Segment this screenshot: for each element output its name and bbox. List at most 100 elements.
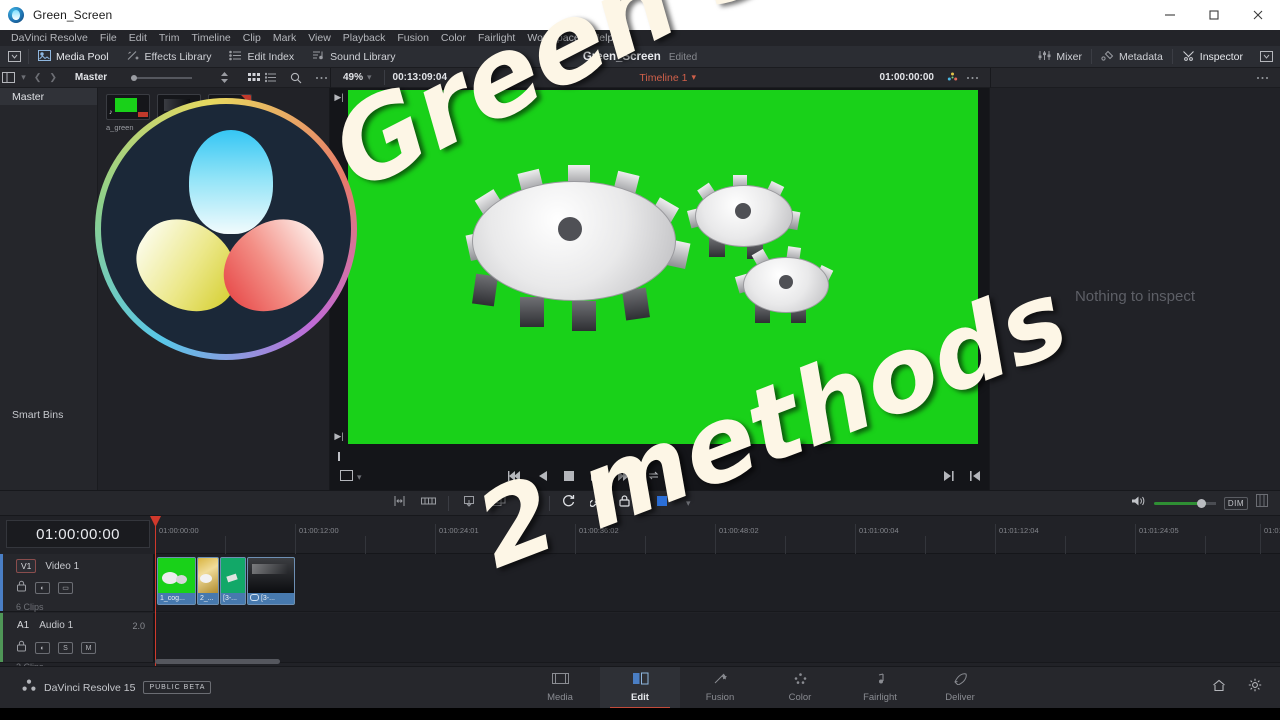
snapping-icon[interactable]	[392, 494, 407, 512]
menu-item-clip[interactable]: Clip	[237, 30, 267, 46]
speaker-icon[interactable]	[1131, 494, 1146, 512]
bin-item-master[interactable]: Master	[0, 88, 97, 105]
lock-icon[interactable]	[16, 579, 27, 597]
stop-icon[interactable]	[563, 468, 574, 486]
play-icon[interactable]	[590, 468, 600, 486]
menu-item-edit[interactable]: Edit	[123, 30, 153, 46]
home-icon[interactable]	[1212, 679, 1226, 697]
chevron-right-icon[interactable]: ❯	[45, 72, 61, 83]
chevron-down-icon[interactable]: ▾	[17, 72, 30, 83]
chevron-down-icon[interactable]: ▾	[353, 472, 366, 483]
sort-icon[interactable]	[216, 68, 233, 88]
menu-item-fusion[interactable]: Fusion	[391, 30, 435, 46]
auto-select-icon[interactable]: ◐	[35, 582, 50, 594]
search-icon[interactable]	[287, 68, 304, 88]
chevron-down-icon[interactable]: ▾	[682, 498, 695, 509]
frame-view-icon[interactable]	[340, 468, 353, 486]
jump-to-start-icon[interactable]	[507, 468, 521, 486]
chevron-down-icon[interactable]: ▾	[363, 72, 376, 83]
edit-index-button[interactable]: Edit Index	[220, 46, 303, 68]
thumbnail-size-slider[interactable]	[131, 74, 192, 81]
play-reverse-icon[interactable]	[538, 468, 547, 486]
bin-view-icon[interactable]	[0, 68, 17, 88]
timeline-clip[interactable]: 2_...	[197, 557, 219, 605]
flags-icon[interactable]	[421, 494, 436, 512]
volume-slider[interactable]	[1153, 498, 1216, 508]
track-header[interactable]: V1 Video 1 ◐ ▭ 6 Clips	[0, 554, 155, 612]
menu-item-trim[interactable]: Trim	[153, 30, 186, 46]
lock-icon[interactable]	[618, 494, 631, 512]
sound-library-button[interactable]: Sound Library	[303, 46, 404, 68]
bin-item-smart-bins[interactable]: Smart Bins	[0, 406, 98, 423]
timeline-clip[interactable]: 1_cog...	[157, 557, 196, 605]
chevron-down-icon[interactable]: ▾	[687, 72, 700, 83]
track-badge[interactable]: V1	[16, 559, 37, 573]
track-header[interactable]: A1 Audio 1 2.0 ◐ S M 2 Clips	[0, 613, 155, 672]
timeline-clip[interactable]: [3-...	[220, 557, 246, 605]
menu-item-timeline[interactable]: Timeline	[185, 30, 236, 46]
timeline-name-label[interactable]: Timeline 1	[639, 72, 687, 84]
media-pool-item[interactable]	[208, 94, 252, 132]
loop-icon[interactable]	[647, 468, 660, 486]
media-pool-item[interactable]	[157, 94, 201, 132]
gear-icon[interactable]	[1248, 678, 1262, 697]
list-view-icon[interactable]	[262, 68, 279, 88]
timeline-clip[interactable]: [3-...	[247, 557, 295, 605]
menu-item-fairlight[interactable]: Fairlight	[472, 30, 521, 46]
scrollbar-thumb[interactable]	[155, 659, 280, 664]
timeline-horizontal-scrollbar[interactable]	[155, 659, 1265, 664]
retime-icon[interactable]	[562, 494, 576, 512]
timeline-ruler[interactable]: 01:00:00:00 01:00:12:00 01:00:24:01 01:0…	[155, 516, 1280, 554]
timeline-playhead[interactable]	[150, 516, 161, 666]
link-icon[interactable]	[589, 493, 605, 512]
panel-toggle-icon[interactable]	[1252, 46, 1280, 68]
more-options-icon[interactable]	[313, 68, 330, 88]
insert-clip-icon[interactable]	[461, 494, 477, 512]
page-tab-media[interactable]: Media	[520, 667, 600, 709]
jump-to-end-icon[interactable]	[617, 468, 630, 486]
video-enable-icon[interactable]: ▭	[58, 582, 73, 594]
viewer-zoom-level[interactable]: 49%	[343, 72, 363, 83]
mark-in-icon[interactable]	[970, 468, 980, 486]
page-tab-color[interactable]: Color	[760, 667, 840, 709]
grid-view-icon[interactable]	[245, 68, 262, 88]
marker-color-swatch[interactable]	[656, 494, 668, 512]
page-tab-edit[interactable]: Edit	[600, 666, 680, 709]
menu-item-color[interactable]: Color	[435, 30, 472, 46]
menu-item-view[interactable]: View	[302, 30, 337, 46]
chevron-left-icon[interactable]: ❮	[30, 72, 46, 83]
track-badge[interactable]: A1	[16, 618, 30, 633]
page-tab-fairlight[interactable]: Fairlight	[840, 667, 920, 709]
timeline-timecode-box[interactable]: 01:00:00:00	[6, 520, 150, 548]
color-wheel-icon[interactable]	[942, 68, 962, 88]
media-pool-button[interactable]: Media Pool	[29, 46, 118, 68]
panel-toggle-icon[interactable]	[0, 46, 28, 68]
mark-out-icon[interactable]	[944, 468, 954, 486]
effects-library-button[interactable]: Effects Library	[118, 46, 221, 68]
play-to-in-icon[interactable]: ▶|	[334, 92, 343, 103]
page-tab-deliver[interactable]: Deliver	[920, 667, 1000, 709]
menu-item-playback[interactable]: Playback	[337, 30, 392, 46]
menu-item-file[interactable]: File	[94, 30, 123, 46]
minimize-icon[interactable]	[1148, 0, 1192, 30]
mixer-button[interactable]: Mixer	[1029, 46, 1091, 68]
play-to-out-icon[interactable]: ▶|	[334, 431, 343, 442]
menu-item-help[interactable]: Help	[586, 30, 620, 46]
media-pool-item[interactable]: ♪ a_green	[106, 94, 150, 132]
menu-item-mark[interactable]: Mark	[267, 30, 302, 46]
more-options-icon[interactable]	[962, 68, 982, 88]
track-clips-area[interactable]: 1_cog... 2_... [3-... [3-...	[155, 554, 1280, 611]
more-options-icon[interactable]	[1252, 68, 1272, 88]
mute-icon[interactable]: M	[81, 642, 96, 654]
close-icon[interactable]	[1236, 0, 1280, 30]
menu-item-workspace[interactable]: Workspace	[521, 30, 585, 46]
replace-clip-icon[interactable]	[521, 494, 537, 512]
page-tab-fusion[interactable]: Fusion	[680, 667, 760, 709]
dim-button[interactable]: DIM	[1223, 496, 1248, 510]
menu-item-davinci-resolve[interactable]: DaVinci Resolve	[5, 30, 94, 46]
overwrite-clip-icon[interactable]	[491, 494, 507, 512]
lock-icon[interactable]	[16, 639, 27, 657]
auto-select-icon[interactable]: ◐	[35, 642, 50, 654]
metadata-button[interactable]: Metadata	[1092, 46, 1172, 68]
inspector-button[interactable]: Inspector	[1173, 46, 1252, 68]
